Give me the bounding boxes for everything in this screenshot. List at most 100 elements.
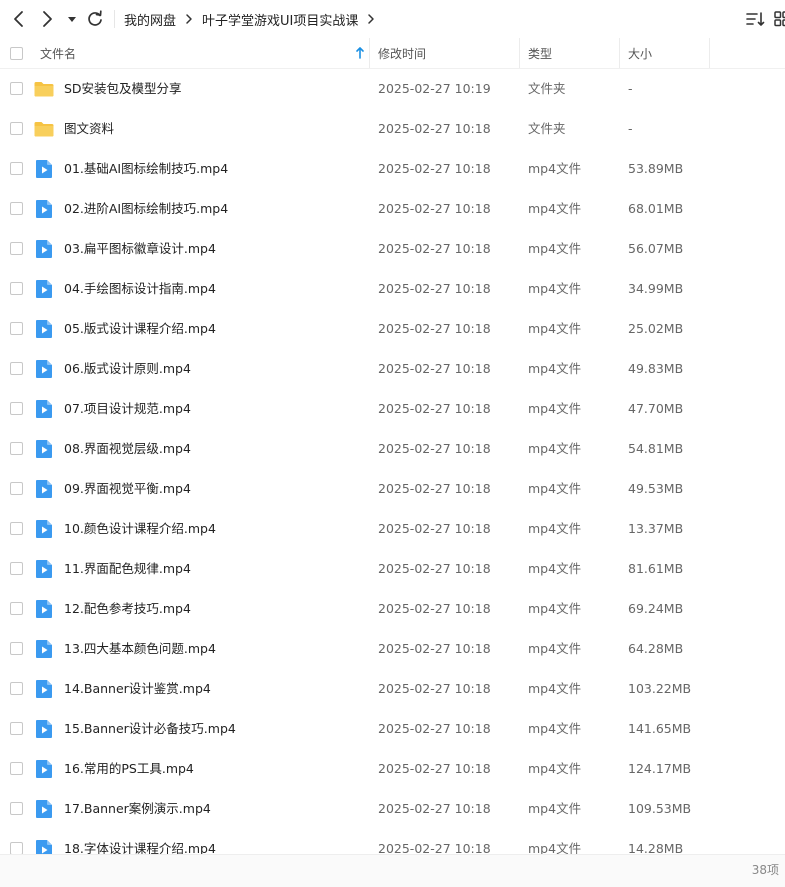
row-checkbox[interactable] [10, 522, 23, 535]
row-checkbox[interactable] [10, 682, 23, 695]
file-row[interactable]: 04.手绘图标设计指南.mp4 2025-02-27 10:18 mp4文件 34.9… [0, 269, 785, 309]
file-type: mp4文件 [528, 281, 582, 296]
breadcrumb-separator-icon [184, 13, 194, 25]
file-name: 09.界面视觉平衡.mp4 [64, 481, 191, 496]
refresh-icon [88, 10, 102, 26]
file-type: mp4文件 [528, 561, 582, 576]
file-row[interactable]: 07.项目设计规范.mp4 2025-02-27 10:18 mp4文件 47.70M… [0, 389, 785, 429]
breadcrumb-expand-icon[interactable] [366, 13, 376, 25]
toolbar: 我的网盘 叶子学堂游戏UI项目实战课 [0, 0, 785, 38]
file-row[interactable]: 图文资料 2025-02-27 10:18 文件夹 - [0, 109, 785, 149]
file-type: 文件夹 [528, 81, 566, 96]
file-modified-date: 2025-02-27 10:18 [378, 841, 491, 854]
folder-icon [33, 118, 55, 140]
file-name: 15.Banner设计必备技巧.mp4 [64, 721, 236, 736]
file-type: mp4文件 [528, 401, 582, 416]
file-type: mp4文件 [528, 521, 582, 536]
row-checkbox[interactable] [10, 202, 23, 215]
column-divider[interactable] [709, 38, 710, 68]
file-name: 04.手绘图标设计指南.mp4 [64, 281, 216, 296]
column-divider[interactable] [519, 38, 520, 68]
caret-down-icon [68, 17, 76, 22]
column-header-type[interactable]: 类型 [528, 38, 618, 68]
breadcrumb-item-root[interactable]: 我的网盘 [124, 10, 176, 29]
file-row[interactable]: 06.版式设计原则.mp4 2025-02-27 10:18 mp4文件 49.83M… [0, 349, 785, 389]
file-row[interactable]: 15.Banner设计必备技巧.mp4 2025-02-27 10:18 mp4文件… [0, 709, 785, 749]
refresh-button[interactable] [84, 8, 106, 30]
column-header-modified[interactable]: 修改时间 [378, 38, 518, 68]
row-checkbox[interactable] [10, 82, 23, 95]
row-checkbox[interactable] [10, 122, 23, 135]
file-row[interactable]: SD安装包及模型分享 2025-02-27 10:19 文件夹 - [0, 69, 785, 109]
row-checkbox[interactable] [10, 442, 23, 455]
row-checkbox[interactable] [10, 562, 23, 575]
breadcrumb: 我的网盘 叶子学堂游戏UI项目实战课 [124, 0, 384, 38]
row-checkbox[interactable] [10, 722, 23, 735]
video-file-icon [33, 238, 55, 260]
grid-view-icon [774, 11, 785, 27]
column-header-name[interactable]: 文件名 [40, 38, 368, 68]
file-name: 02.进阶AI图标绘制技巧.mp4 [64, 201, 229, 216]
back-button[interactable] [8, 8, 30, 30]
file-modified-date: 2025-02-27 10:18 [378, 641, 491, 656]
file-row[interactable]: 13.四大基本颜色问题.mp4 2025-02-27 10:18 mp4文件 64.2… [0, 629, 785, 669]
file-row[interactable]: 14.Banner设计鉴赏.mp4 2025-02-27 10:18 mp4文件 10… [0, 669, 785, 709]
file-type: mp4文件 [528, 721, 582, 736]
file-size: 56.07MB [628, 241, 684, 256]
file-modified-date: 2025-02-27 10:18 [378, 361, 491, 376]
file-row[interactable]: 02.进阶AI图标绘制技巧.mp4 2025-02-27 10:18 mp4文件 68… [0, 189, 785, 229]
file-row[interactable]: 08.界面视觉层级.mp4 2025-02-27 10:18 mp4文件 54.81M… [0, 429, 785, 469]
view-mode-button[interactable] [772, 8, 785, 30]
row-checkbox[interactable] [10, 322, 23, 335]
file-row[interactable]: 01.基础AI图标绘制技巧.mp4 2025-02-27 10:18 mp4文件 53… [0, 149, 785, 189]
video-file-icon [33, 438, 55, 460]
column-divider[interactable] [369, 38, 370, 68]
file-row[interactable]: 05.版式设计课程介绍.mp4 2025-02-27 10:18 mp4文件 25.0… [0, 309, 785, 349]
select-all-checkbox[interactable] [10, 46, 23, 60]
video-file-icon [33, 518, 55, 540]
file-modified-date: 2025-02-27 10:18 [378, 201, 491, 216]
file-row[interactable]: 10.颜色设计课程介绍.mp4 2025-02-27 10:18 mp4文件 13.3… [0, 509, 785, 549]
row-checkbox[interactable] [10, 362, 23, 375]
row-checkbox[interactable] [10, 242, 23, 255]
file-modified-date: 2025-02-27 10:18 [378, 681, 491, 696]
file-row[interactable]: 16.常用的PS工具.mp4 2025-02-27 10:18 mp4文件 124.1… [0, 749, 785, 789]
file-row[interactable]: 18.字体设计课程介绍.mp4 2025-02-27 10:18 mp4文件 14.2… [0, 829, 785, 854]
file-row[interactable]: 11.界面配色规律.mp4 2025-02-27 10:18 mp4文件 81.61M… [0, 549, 785, 589]
file-modified-date: 2025-02-27 10:19 [378, 81, 491, 96]
row-checkbox[interactable] [10, 402, 23, 415]
file-row[interactable]: 17.Banner案例演示.mp4 2025-02-27 10:18 mp4文件 10… [0, 789, 785, 829]
column-header-size[interactable]: 大小 [628, 38, 708, 68]
row-checkbox[interactable] [10, 762, 23, 775]
file-size: 124.17MB [628, 761, 692, 776]
file-row[interactable]: 09.界面视觉平衡.mp4 2025-02-27 10:18 mp4文件 49.53M… [0, 469, 785, 509]
row-checkbox[interactable] [10, 842, 23, 854]
file-size: 53.89MB [628, 161, 684, 176]
file-name: SD安装包及模型分享 [64, 81, 182, 96]
file-row[interactable]: 03.扁平图标徽章设计.mp4 2025-02-27 10:18 mp4文件 56.0… [0, 229, 785, 269]
row-checkbox[interactable] [10, 482, 23, 495]
file-type: mp4文件 [528, 801, 582, 816]
sort-order-button[interactable] [744, 8, 766, 30]
file-size: 49.53MB [628, 481, 684, 496]
file-row[interactable]: 12.配色参考技巧.mp4 2025-02-27 10:18 mp4文件 69.24M… [0, 589, 785, 629]
file-modified-date: 2025-02-27 10:18 [378, 401, 491, 416]
breadcrumb-item-current[interactable]: 叶子学堂游戏UI项目实战课 [202, 10, 358, 29]
file-name: 14.Banner设计鉴赏.mp4 [64, 681, 211, 696]
file-name: 10.颜色设计课程介绍.mp4 [64, 521, 216, 536]
forward-button[interactable] [36, 8, 58, 30]
file-size: 49.83MB [628, 361, 684, 376]
file-name: 图文资料 [64, 121, 115, 136]
file-size: 54.81MB [628, 441, 684, 456]
column-header-size-label: 大小 [628, 46, 653, 61]
history-dropdown-button[interactable] [64, 8, 80, 30]
row-checkbox[interactable] [10, 602, 23, 615]
video-file-icon [33, 598, 55, 620]
row-checkbox[interactable] [10, 642, 23, 655]
row-checkbox[interactable] [10, 282, 23, 295]
file-modified-date: 2025-02-27 10:18 [378, 441, 491, 456]
row-checkbox[interactable] [10, 162, 23, 175]
column-divider[interactable] [619, 38, 620, 68]
row-checkbox[interactable] [10, 802, 23, 815]
file-name: 03.扁平图标徽章设计.mp4 [64, 241, 216, 256]
